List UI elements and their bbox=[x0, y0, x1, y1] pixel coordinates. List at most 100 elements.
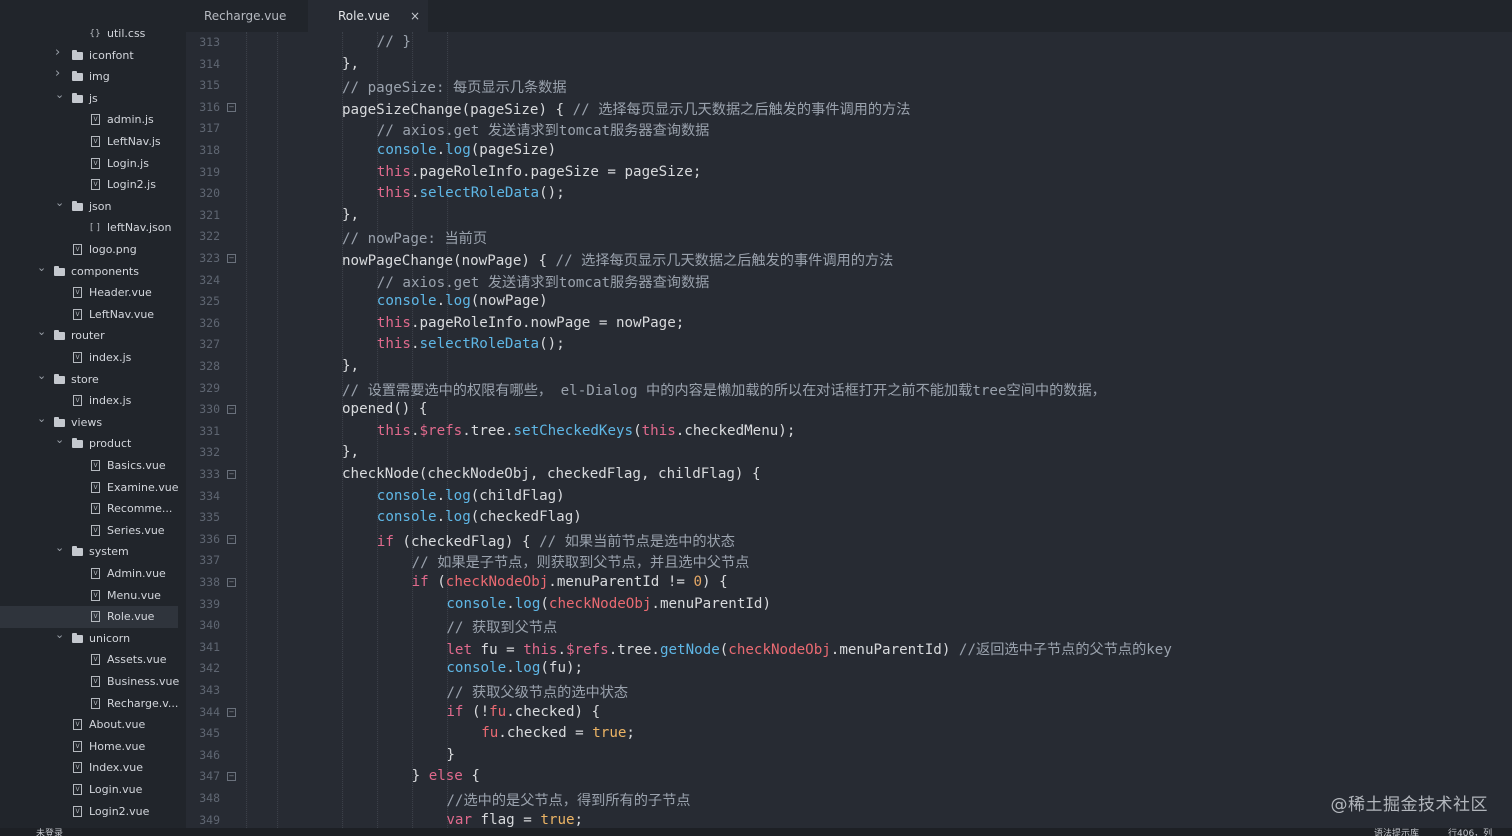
code-line[interactable]: 329 // 设置需要选中的权限有哪些， el-Dialog 中的内容是懒加载的所… bbox=[186, 378, 1512, 400]
tree-folder[interactable]: › iconfont bbox=[0, 45, 178, 67]
tree-folder[interactable]: ⌄ json bbox=[0, 196, 178, 218]
tree-file[interactable]: V Series.vue bbox=[0, 520, 178, 542]
code-line[interactable]: 334 console.log(childFlag) bbox=[186, 486, 1512, 508]
code-line[interactable]: 336− if (checkedFlag) { // 如果当前节点是选中的状态 bbox=[186, 529, 1512, 551]
tree-folder[interactable]: ⌄ product bbox=[0, 433, 178, 455]
code-line[interactable]: 323− nowPageChange(nowPage) { // 选择每页显示几天… bbox=[186, 248, 1512, 270]
code-line[interactable]: 348 //选中的是父节点，得到所有的子节点 bbox=[186, 788, 1512, 810]
code-line[interactable]: 320 this.selectRoleData(); bbox=[186, 183, 1512, 205]
tree-file[interactable]: V Index.vue bbox=[0, 757, 178, 779]
code-line[interactable]: 330− opened() { bbox=[186, 399, 1512, 421]
code-line[interactable]: 327 this.selectRoleData(); bbox=[186, 334, 1512, 356]
tree-file[interactable]: Vindex.js bbox=[0, 347, 178, 369]
tree-file[interactable]: V LeftNav.vue bbox=[0, 304, 178, 326]
code-line[interactable]: 338− if (checkNodeObj.menuParentId != 0) … bbox=[186, 572, 1512, 594]
close-icon[interactable]: × bbox=[410, 0, 420, 32]
chevron-down-icon[interactable]: ⌄ bbox=[37, 262, 46, 273]
tree-file[interactable]: V Home.vue bbox=[0, 736, 178, 758]
tree-file[interactable]: V Login2.vue bbox=[0, 801, 178, 823]
tree-file[interactable]: V LeftNav.js bbox=[0, 131, 178, 153]
code-line[interactable]: 331 this.$refs.tree.setCheckedKeys(this.c… bbox=[186, 421, 1512, 443]
syntax-hint-status[interactable]: 语法提示库 bbox=[1374, 828, 1419, 836]
code-line[interactable]: 333− checkNode(checkNodeObj, checkedFlag,… bbox=[186, 464, 1512, 486]
tree-file[interactable]: V Menu.vue bbox=[0, 585, 178, 607]
chevron-down-icon[interactable]: ⌄ bbox=[55, 434, 64, 445]
code-line[interactable]: 337 // 如果是子节点，则获取到父节点，并且选中父节点 bbox=[186, 550, 1512, 572]
fold-toggle-icon[interactable]: − bbox=[227, 707, 236, 717]
tree-file[interactable]: V Login.js bbox=[0, 153, 178, 175]
tree-folder[interactable]: ⌄ components bbox=[0, 261, 178, 283]
tree-folder[interactable]: › img bbox=[0, 66, 178, 88]
chevron-down-icon[interactable]: ⌄ bbox=[37, 326, 46, 337]
code-line[interactable]: 335 console.log(checkedFlag) bbox=[186, 507, 1512, 529]
tree-file[interactable]: V Business.vue bbox=[0, 671, 179, 693]
tree-folder[interactable]: ⌄ views bbox=[0, 412, 178, 434]
tree-folder[interactable]: ⌄ store bbox=[0, 369, 178, 391]
chevron-down-icon[interactable]: ⌄ bbox=[55, 629, 64, 640]
fold-toggle-icon[interactable]: − bbox=[227, 254, 236, 263]
code-line[interactable]: 314}, bbox=[186, 54, 1512, 76]
tree-folder[interactable]: ⌄ router bbox=[0, 325, 178, 347]
chevron-right-icon[interactable]: › bbox=[55, 67, 63, 80]
code-line[interactable]: 340 // 获取到父节点 bbox=[186, 615, 1512, 637]
code-line[interactable]: 342 console.log(fu); bbox=[186, 658, 1512, 680]
code-line[interactable]: 349 var flag = true; bbox=[186, 810, 1512, 828]
code-line[interactable]: 318 console.log(pageSize) bbox=[186, 140, 1512, 162]
code-line[interactable]: 341 let fu = this.$refs.tree.getNode(chec… bbox=[186, 637, 1512, 659]
tree-file[interactable]: V Assets.vue bbox=[0, 649, 178, 671]
code-line[interactable]: 317 // axios.get 发送请求到tomcat服务器查询数据 bbox=[186, 118, 1512, 140]
code-line[interactable]: 319 this.pageRoleInfo.pageSize = pageSize… bbox=[186, 162, 1512, 184]
tree-file[interactable]: V About.vue bbox=[0, 714, 178, 736]
chevron-down-icon[interactable]: ⌄ bbox=[37, 413, 46, 424]
chevron-right-icon[interactable]: › bbox=[55, 46, 63, 59]
code-line[interactable]: 315 // pageSize: 每页显示几条数据 bbox=[186, 75, 1512, 97]
fold-toggle-icon[interactable]: − bbox=[227, 405, 236, 415]
code-line[interactable]: 316− pageSizeChange(pageSize) { // 选择每页显示… bbox=[186, 97, 1512, 119]
tree-file[interactable]: {} util.css bbox=[0, 23, 178, 45]
tree-file[interactable]: V Role.vue bbox=[0, 606, 178, 628]
code-text: }, bbox=[342, 358, 359, 374]
code-line[interactable]: 339 console.log(checkNodeObj.menuParentId… bbox=[186, 594, 1512, 616]
code-line[interactable]: 321}, bbox=[186, 205, 1512, 227]
tree-file[interactable]: Vindex.js bbox=[0, 390, 178, 412]
code-line[interactable]: 322 // nowPage: 当前页 bbox=[186, 226, 1512, 248]
chevron-down-icon[interactable]: ⌄ bbox=[37, 370, 46, 381]
tree-file[interactable]: V Admin.vue bbox=[0, 563, 178, 585]
tree-folder[interactable]: ⌄ system bbox=[0, 541, 178, 563]
login-status[interactable]: 未登录 bbox=[36, 828, 63, 836]
code-line[interactable]: 347−} else { bbox=[186, 766, 1512, 788]
code-line[interactable]: 343 // 获取父级节点的选中状态 bbox=[186, 680, 1512, 702]
fold-toggle-icon[interactable]: − bbox=[227, 534, 236, 544]
tree-file[interactable]: V Login2.js bbox=[0, 174, 178, 196]
chevron-down-icon[interactable]: ⌄ bbox=[55, 542, 64, 553]
code-line[interactable]: 328}, bbox=[186, 356, 1512, 378]
tree-file[interactable]: V Examine.vue bbox=[0, 477, 178, 499]
tree-file[interactable]: Vadmin.js bbox=[0, 109, 178, 131]
tree-file[interactable]: Vlogo.png bbox=[0, 239, 178, 261]
code-line[interactable]: 344− if (!fu.checked) { bbox=[186, 702, 1512, 724]
tab-recharge-vue[interactable]: Recharge.vue bbox=[186, 0, 308, 32]
code-line[interactable]: 332}, bbox=[186, 442, 1512, 464]
chevron-down-icon[interactable]: ⌄ bbox=[55, 197, 64, 208]
tree-file[interactable]: V Recomme... bbox=[0, 498, 178, 520]
code-editor[interactable]: 313// } 314}, 315// pageSize: 每页显示几条数据 316−… bbox=[186, 32, 1512, 828]
tree-file[interactable]: V Header.vue bbox=[0, 282, 178, 304]
tree-file[interactable]: V Login.vue bbox=[0, 779, 178, 801]
fold-toggle-icon[interactable]: − bbox=[227, 772, 236, 782]
tree-file[interactable]: V Recharge.v... bbox=[0, 693, 178, 715]
tree-file[interactable]: V Basics.vue bbox=[0, 455, 178, 477]
code-line[interactable]: 325 console.log(nowPage) bbox=[186, 291, 1512, 313]
code-line[interactable]: 313 // } bbox=[186, 32, 1512, 54]
fold-toggle-icon[interactable]: − bbox=[227, 578, 236, 587]
code-line[interactable]: 346} bbox=[186, 745, 1512, 767]
fold-toggle-icon[interactable]: − bbox=[227, 470, 236, 479]
fold-toggle-icon[interactable]: − bbox=[227, 102, 236, 112]
code-line[interactable]: 345 fu.checked = true; bbox=[186, 723, 1512, 745]
tree-folder[interactable]: ⌄ js bbox=[0, 88, 178, 110]
tree-file[interactable]: [ ] leftNav.json bbox=[0, 217, 178, 239]
code-line[interactable]: 326 this.pageRoleInfo.nowPage = nowPage; bbox=[186, 313, 1512, 335]
code-line[interactable]: 324 // axios.get 发送请求到tomcat服务器查询数据 bbox=[186, 270, 1512, 292]
tab-role-vue[interactable]: Role.vue × bbox=[308, 0, 428, 32]
tree-folder[interactable]: ⌄ unicorn bbox=[0, 628, 178, 650]
chevron-down-icon[interactable]: ⌄ bbox=[55, 89, 64, 100]
